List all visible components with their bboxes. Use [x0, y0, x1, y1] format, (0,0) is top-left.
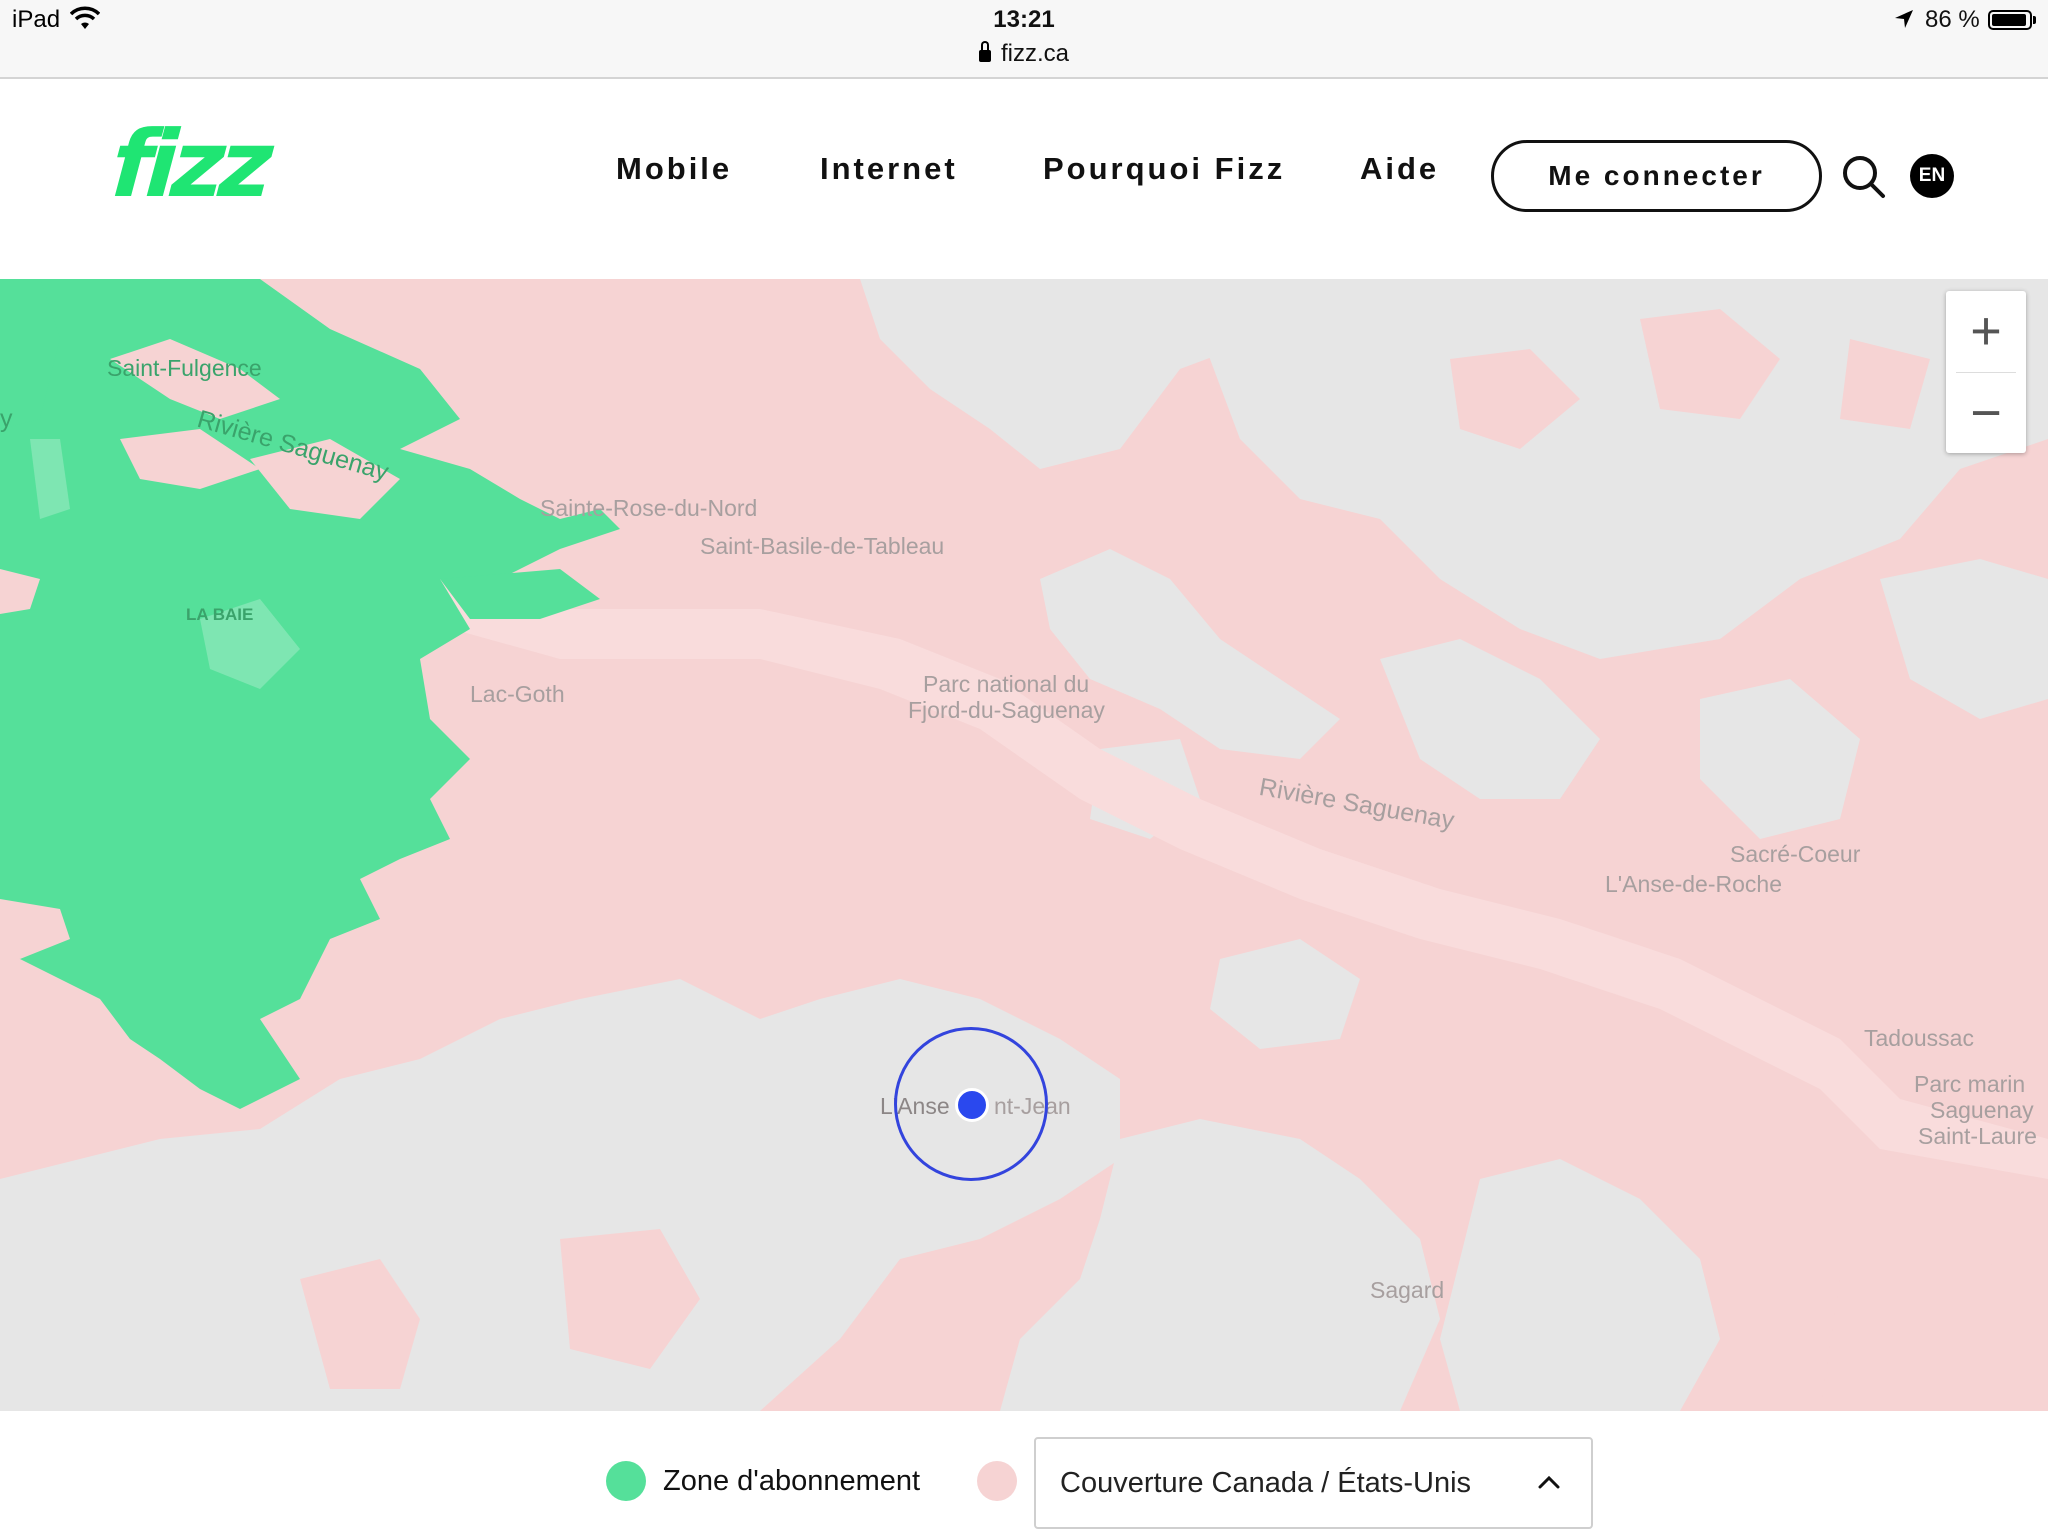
status-bar: iPad 13:21 fizz.ca 86 %	[0, 0, 2048, 79]
login-button[interactable]: Me connecter	[1491, 140, 1822, 212]
nav-pourquoi-fizz[interactable]: Pourquoi Fizz	[1043, 151, 1285, 187]
map-label-sacre-coeur: Sacré-Coeur	[1730, 841, 1861, 867]
map-label-lac-goth: Lac-Goth	[470, 681, 565, 707]
coverage-select[interactable]: Couverture Canada / États-Unis	[1034, 1437, 1593, 1529]
url-text: fizz.ca	[1000, 40, 1069, 67]
chevron-up-icon	[1538, 1475, 1560, 1489]
nav-internet[interactable]: Internet	[820, 151, 958, 187]
battery-icon	[1988, 10, 2032, 30]
subscription-zone-swatch	[606, 1461, 646, 1501]
zoom-control: + −	[1946, 291, 2026, 453]
zoom-out-button[interactable]: −	[1946, 373, 2026, 453]
map-label-tadoussac: Tadoussac	[1864, 1025, 1974, 1051]
subscription-zone-label: Zone d'abonnement	[663, 1465, 921, 1497]
map-label-saint-basile-de-tableau: Saint-Basile-de-Tableau	[700, 533, 945, 559]
coverage-select-value: Couverture Canada / États-Unis	[1060, 1467, 1472, 1499]
address-bar[interactable]: fizz.ca	[0, 40, 2048, 68]
search-icon[interactable]	[1840, 153, 1886, 199]
map-label-edge: y	[0, 405, 13, 433]
map-label-la-baie: LA BAIE	[186, 605, 254, 624]
map-label-sainte-rose-du-nord: Sainte-Rose-du-Nord	[540, 495, 758, 521]
language-toggle-button[interactable]: EN	[1910, 154, 1954, 198]
nav-aide[interactable]: Aide	[1360, 151, 1439, 187]
map-label-parc-marin-line2: Saguenay	[1930, 1097, 2034, 1123]
fizz-logo[interactable]: fizz	[108, 111, 270, 218]
map-label-parc-marin-line3: Saint-Laure	[1918, 1123, 2037, 1149]
battery-tip	[2033, 16, 2036, 24]
battery-percent: 86 %	[1925, 6, 1980, 33]
nav-mobile[interactable]: Mobile	[616, 151, 732, 187]
map-label-anse-de-roche: L'Anse-de-Roche	[1605, 871, 1782, 897]
map-legend: Zone d'abonnement Couverture Canada / Ét…	[0, 1411, 2048, 1536]
map-label-parc-marin-line1: Parc marin	[1914, 1071, 2026, 1097]
coverage-swatch	[977, 1461, 1017, 1501]
location-arrow-icon	[1895, 10, 1913, 28]
current-location-marker	[955, 1088, 989, 1122]
map-label-sagard: Sagard	[1370, 1277, 1445, 1303]
lock-icon	[978, 41, 991, 62]
coverage-map[interactable]: Saint-Fulgence Rivière Saguenay y Sainte…	[0, 279, 2048, 1411]
map-label-parc-fjord-line2: Fjord-du-Saguenay	[908, 697, 1105, 723]
map-label-saint-fulgence: Saint-Fulgence	[107, 355, 262, 381]
site-header: fizz Mobile Internet Pourquoi Fizz Aide …	[0, 79, 2048, 279]
zoom-in-button[interactable]: +	[1946, 291, 2026, 371]
clock: 13:21	[993, 6, 1055, 33]
map-label-parc-fjord-line1: Parc national du	[923, 671, 1090, 697]
